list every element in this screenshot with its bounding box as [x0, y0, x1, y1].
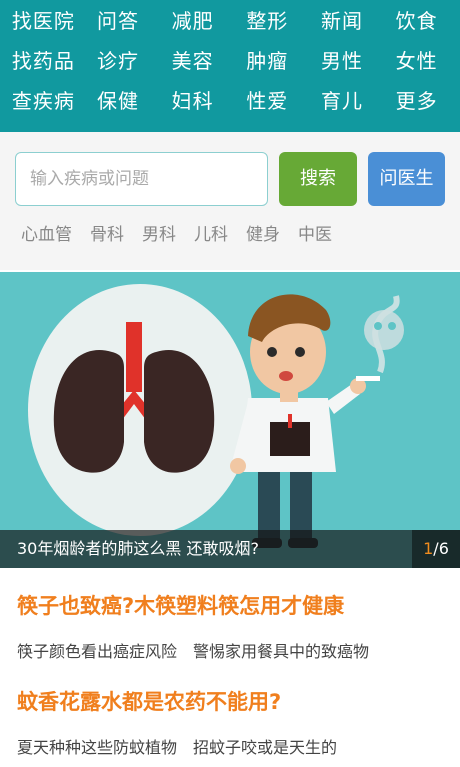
article-link[interactable]: 夏天种种这些防蚊植物: [17, 734, 177, 758]
nav-item-parenting[interactable]: 育儿: [305, 86, 380, 116]
banner-caption-bar: 30年烟龄者的肺这么黑 还敢吸烟? 1/6: [0, 530, 460, 568]
banner-caption[interactable]: 30年烟龄者的肺这么黑 还敢吸烟?: [17, 530, 259, 568]
banner-page-indicator: 1/6: [412, 530, 460, 568]
nav-item-tumor[interactable]: 肿瘤: [230, 46, 305, 76]
article-link[interactable]: 筷子颜色看出癌症风险: [17, 638, 177, 662]
nav-item-find-medicine[interactable]: 找药品: [6, 46, 81, 76]
nav-item-find-hospital[interactable]: 找医院: [6, 6, 81, 36]
search-input[interactable]: [15, 152, 268, 206]
page-current: 1: [423, 539, 434, 558]
tag-fitness[interactable]: 健身: [246, 220, 280, 245]
nav-item-male[interactable]: 男性: [305, 46, 380, 76]
tag-cardiovascular[interactable]: 心血管: [21, 220, 72, 245]
nav-item-beauty[interactable]: 美容: [155, 46, 230, 76]
article-list: 筷子也致癌?木筷塑料筷怎用才健康 筷子颜色看出癌症风险 警惕家用餐具中的致癌物 …: [0, 568, 460, 760]
top-category-nav: 找医院 问答 减肥 整形 新闻 饮食 找药品 诊疗 美容 肿瘤 男性 女性 查疾…: [0, 0, 460, 132]
banner-illustration: [0, 272, 460, 568]
nav-item-treatment[interactable]: 诊疗: [81, 46, 156, 76]
nav-item-weight-loss[interactable]: 减肥: [155, 6, 230, 36]
page-total: /6: [433, 539, 449, 558]
nav-item-health-care[interactable]: 保健: [81, 86, 156, 116]
nav-item-qa[interactable]: 问答: [81, 6, 156, 36]
ask-doctor-button[interactable]: 问医生: [368, 152, 445, 206]
nav-item-news[interactable]: 新闻: [305, 6, 380, 36]
article-item: 蚊香花露水都是农药不能用? 夏天种种这些防蚊植物 招蚊子咬或是天生的: [0, 664, 460, 760]
article-link[interactable]: 招蚊子咬或是天生的: [193, 734, 337, 758]
article-related-links: 筷子颜色看出癌症风险 警惕家用餐具中的致癌物: [17, 638, 369, 662]
category-grid: 找医院 问答 减肥 整形 新闻 饮食 找药品 诊疗 美容 肿瘤 男性 女性 查疾…: [0, 6, 460, 116]
nav-item-gynecology[interactable]: 妇科: [155, 86, 230, 116]
article-link[interactable]: 警惕家用餐具中的致癌物: [193, 638, 369, 662]
nav-item-plastic-surgery[interactable]: 整形: [230, 6, 305, 36]
nav-item-more[interactable]: 更多: [379, 86, 454, 116]
nav-item-sex-health[interactable]: 性爱: [230, 86, 305, 116]
article-item: 筷子也致癌?木筷塑料筷怎用才健康 筷子颜色看出癌症风险 警惕家用餐具中的致癌物: [0, 568, 460, 664]
banner-carousel[interactable]: 30年烟龄者的肺这么黑 还敢吸烟? 1/6: [0, 272, 460, 568]
tag-pediatrics[interactable]: 儿科: [194, 220, 228, 245]
tag-orthopedics[interactable]: 骨科: [90, 220, 124, 245]
quick-tags: 心血管 骨科 男科 儿科 健身 中医: [21, 220, 332, 245]
article-title[interactable]: 筷子也致癌?木筷塑料筷怎用才健康: [17, 590, 344, 620]
search-button[interactable]: 搜索: [279, 152, 357, 206]
tag-chinese-medicine[interactable]: 中医: [298, 220, 332, 245]
article-title[interactable]: 蚊香花露水都是农药不能用?: [17, 686, 281, 716]
nav-item-diet[interactable]: 饮食: [379, 6, 454, 36]
nav-item-female[interactable]: 女性: [379, 46, 454, 76]
article-related-links: 夏天种种这些防蚊植物 招蚊子咬或是天生的: [17, 734, 337, 758]
search-area: 搜索 问医生 心血管 骨科 男科 儿科 健身 中医: [0, 132, 460, 270]
tag-andrology[interactable]: 男科: [142, 220, 176, 245]
nav-item-check-disease[interactable]: 查疾病: [6, 86, 81, 116]
